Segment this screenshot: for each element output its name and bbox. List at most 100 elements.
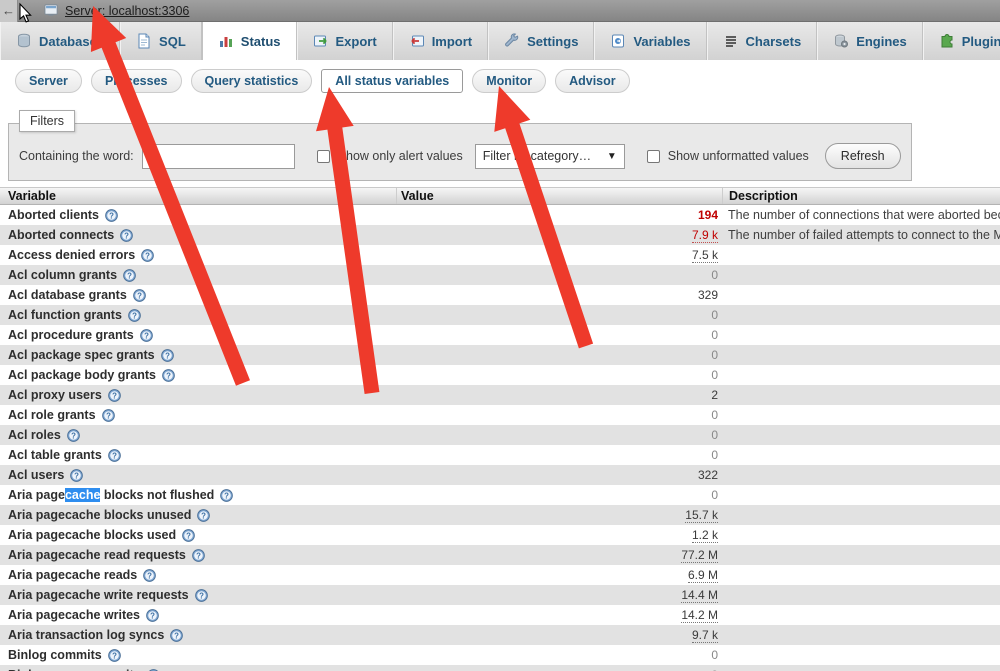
value-cell: 0 [396, 268, 722, 282]
variable-name: Acl role grants [8, 408, 96, 422]
variable-value[interactable]: 77.2 M [681, 548, 718, 563]
value-cell: 14.4 M [396, 588, 722, 603]
table-row: Acl table grants? 0 [0, 445, 1000, 465]
status-icon [218, 33, 234, 49]
help-icon[interactable]: ? [160, 348, 174, 362]
tab-sql[interactable]: SQL [120, 22, 202, 60]
tab-import[interactable]: Import [392, 22, 489, 60]
containing-word-label: Containing the word: [19, 149, 134, 163]
help-icon[interactable]: ? [107, 388, 121, 402]
variable-cell: Acl role grants? [0, 408, 396, 422]
help-icon[interactable]: ? [107, 448, 121, 462]
category-filter-select[interactable]: Filter by category… ▼ [474, 143, 625, 169]
table-row: Acl database grants? 329 [0, 285, 1000, 305]
alert-values-checkbox[interactable] [316, 149, 330, 163]
subtab-monitor[interactable]: Monitor [472, 69, 547, 93]
help-icon[interactable]: ? [105, 208, 118, 222]
variable-value[interactable]: 9.7 k [691, 628, 718, 643]
variable-value[interactable]: 14.4 M [681, 588, 718, 603]
svg-text:?: ? [174, 631, 179, 640]
help-icon[interactable]: ? [220, 488, 234, 502]
database-icon [16, 33, 32, 49]
value-cell: 0 [396, 488, 722, 502]
variable-value[interactable]: 1.2 k [691, 528, 718, 543]
subtab-server[interactable]: Server [15, 69, 82, 93]
variable-cell: Aria pagecache writes? [0, 608, 396, 622]
value-cell: 329 [396, 288, 722, 302]
variable-name: Aria pagecache read requests [8, 548, 186, 562]
variable-cell: Acl procedure grants? [0, 328, 396, 342]
tab-status[interactable]: Status [201, 22, 297, 60]
tab-databases[interactable]: Databases [0, 22, 121, 60]
collapse-panel-button[interactable]: ← [0, 0, 18, 22]
help-icon[interactable]: ? [162, 368, 175, 382]
variable-value: 0 [711, 408, 718, 422]
help-icon[interactable]: ? [141, 248, 154, 262]
variable-value[interactable]: 6.9 M [687, 568, 718, 583]
tab-charsets[interactable]: Charsets [706, 22, 818, 60]
tab-variables[interactable]: Variables [594, 22, 707, 60]
subtab-all-status-variables[interactable]: All status variables [321, 69, 464, 93]
table-row: Aria pagecache blocks unused? 15.7 k [0, 505, 1000, 525]
help-icon[interactable]: ? [143, 568, 157, 582]
help-icon[interactable]: ? [123, 268, 136, 282]
help-icon[interactable]: ? [192, 548, 205, 562]
table-row: Acl proxy users? 2 [0, 385, 1000, 405]
variable-name: Aria pagecache blocks used [8, 528, 177, 542]
variable-cell: Acl function grants? [0, 308, 396, 322]
refresh-button[interactable]: Refresh [824, 143, 901, 169]
variable-value: 194 [697, 208, 718, 222]
variable-value[interactable]: 7.9 k [691, 228, 718, 243]
help-icon[interactable]: ? [120, 228, 134, 242]
help-icon[interactable]: ? [194, 588, 208, 602]
value-cell: 0 [396, 428, 722, 442]
variable-cell: Acl proxy users? [0, 388, 396, 402]
variable-cell: Aborted connects? [0, 228, 396, 242]
help-icon[interactable]: ? [107, 648, 121, 662]
variable-name: Aria pagecache reads [8, 568, 138, 582]
svg-text:?: ? [106, 411, 111, 420]
variable-name: Aborted connects [8, 228, 115, 242]
tab-engines[interactable]: Engines [817, 22, 923, 60]
variable-value: 0 [711, 428, 718, 442]
value-cell: 9.7 k [396, 628, 722, 643]
unformatted-values-checkbox[interactable] [646, 149, 660, 163]
help-icon[interactable]: ? [70, 468, 84, 482]
containing-word-input[interactable] [141, 143, 295, 169]
help-icon[interactable]: ? [132, 288, 146, 302]
table-row: Access denied errors? 7.5 k [0, 245, 1000, 265]
variable-cell: Aria transaction log syncs? [0, 628, 396, 642]
value-cell: 7.9 k [396, 228, 722, 243]
variable-value[interactable]: 7.5 k [691, 248, 718, 263]
table-row: Acl role grants? 0 [0, 405, 1000, 425]
help-icon[interactable]: ? [197, 508, 211, 522]
variable-value: 0 [711, 448, 718, 462]
variable-value[interactable]: 14.2 M [681, 608, 718, 623]
variable-value[interactable]: 15.7 k [685, 508, 718, 523]
help-icon[interactable]: ? [146, 608, 159, 622]
table-row: Acl function grants? 0 [0, 305, 1000, 325]
help-icon[interactable]: ? [182, 528, 195, 542]
help-icon[interactable]: ? [170, 628, 184, 642]
table-row: Aborted connects? 7.9 k The number of fail… [0, 225, 1000, 245]
tab-settings[interactable]: Settings [488, 22, 595, 60]
subtab-processes[interactable]: Processes [90, 69, 182, 93]
table-row: Aria pagecache writes? 14.2 M [0, 605, 1000, 625]
table-row: Acl users? 322 [0, 465, 1000, 485]
subtab-advisor[interactable]: Advisor [555, 69, 630, 93]
server-breadcrumb-link[interactable]: Server: localhost:3306 [65, 4, 189, 18]
variable-name: Acl column grants [8, 268, 118, 282]
table-row: Acl package body grants? 0 [0, 365, 1000, 385]
tab-export[interactable]: Export [296, 22, 393, 60]
help-icon[interactable]: ? [66, 428, 80, 442]
variable-name: Acl procedure grants [8, 328, 134, 342]
help-icon[interactable]: ? [101, 408, 115, 422]
subtab-query-statistics[interactable]: Query statistics [190, 69, 313, 93]
tab-plugins[interactable]: Plugins [922, 22, 1000, 60]
value-cell: 14.2 M [396, 608, 722, 623]
variable-name: Binlog commits [8, 648, 102, 662]
tab-label: Plugins [961, 33, 1000, 49]
help-icon[interactable]: ? [139, 328, 153, 342]
help-icon[interactable]: ? [128, 308, 141, 322]
plugins-icon [939, 33, 955, 49]
